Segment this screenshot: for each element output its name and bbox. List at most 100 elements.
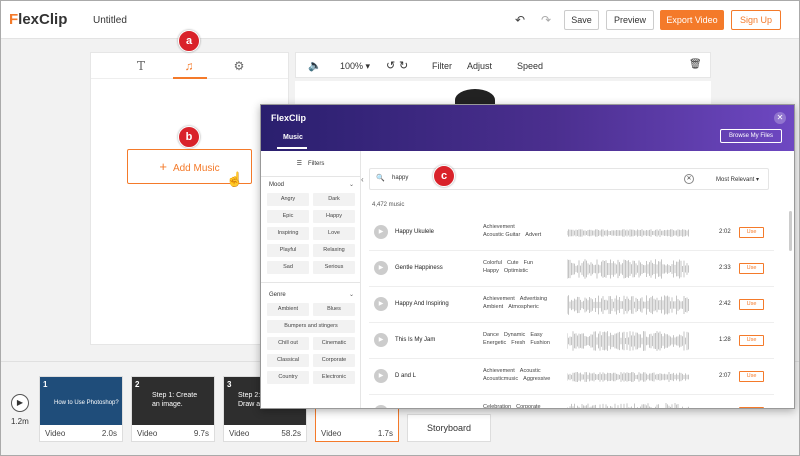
mood-chip[interactable]: Relaxing xyxy=(313,244,355,257)
music-tab-icon[interactable]: ♫ xyxy=(177,59,201,73)
use-track-button[interactable]: Use xyxy=(739,335,764,346)
use-track-button[interactable]: Use xyxy=(739,227,764,238)
app-logo[interactable]: FlexClip xyxy=(9,11,67,28)
close-icon[interactable]: ✕ xyxy=(774,112,786,124)
play-track-icon[interactable]: ▶ xyxy=(374,297,388,311)
scrollbar[interactable] xyxy=(789,211,792,251)
tag[interactable]: Corporate xyxy=(516,404,540,408)
tag[interactable]: Energetic xyxy=(483,340,506,346)
play-track-icon[interactable]: ▶ xyxy=(374,369,388,383)
use-track-button[interactable]: Use xyxy=(739,263,764,274)
mood-chip[interactable]: Dark xyxy=(313,193,355,206)
track-row[interactable]: ▶ D and L Achievement Acoustic Acousticmusic… xyxy=(369,359,774,395)
tag[interactable]: Achievement xyxy=(483,224,515,230)
track-row[interactable]: ▶ This Is My Jam Dance Dynamic Easy Energetic… xyxy=(369,323,774,359)
tag[interactable]: Fushion xyxy=(530,340,550,346)
sign-up-button[interactable]: Sign Up xyxy=(731,10,781,30)
mood-chip[interactable]: Serious xyxy=(313,261,355,274)
use-track-button[interactable]: Use xyxy=(739,371,764,382)
mood-chip[interactable]: Angry xyxy=(267,193,309,206)
genre-chip[interactable]: Corporate xyxy=(313,354,355,367)
tag[interactable]: Fun xyxy=(524,260,533,266)
tag[interactable]: Dance xyxy=(483,332,499,338)
volume-icon[interactable]: 🔈 xyxy=(308,59,322,72)
track-row[interactable]: ▶UP!CelebrationCorporate3:45Use xyxy=(369,395,774,409)
tab-music[interactable]: Music xyxy=(283,134,303,141)
rotate-right-icon[interactable]: ↻ xyxy=(399,59,408,72)
tag[interactable]: Happy xyxy=(483,268,499,274)
waveform[interactable] xyxy=(567,259,689,279)
tag[interactable]: Acousticmusic xyxy=(483,376,518,382)
timeline-clip[interactable]: 1 How to Use Photoshop? Video 2.0s xyxy=(39,376,123,442)
genre-chip[interactable]: Blues xyxy=(313,303,355,316)
tag[interactable]: Atmospheric xyxy=(508,304,539,310)
genre-chip[interactable]: Country xyxy=(267,371,309,384)
save-button[interactable]: Save xyxy=(564,10,599,30)
genre-chip[interactable]: Chill out xyxy=(267,337,309,350)
tag[interactable]: Dynamic xyxy=(504,332,525,338)
filters-header[interactable]: ☰ Filters xyxy=(261,151,360,177)
text-tab-icon[interactable]: T xyxy=(129,59,153,73)
tag[interactable]: Acoustic Guitar xyxy=(483,232,520,238)
mood-chip[interactable]: Love xyxy=(313,227,355,240)
play-icon[interactable]: ▶ xyxy=(11,394,29,412)
settings-tab-icon[interactable]: ⚙ xyxy=(227,59,251,73)
mood-chip[interactable]: Happy xyxy=(313,210,355,223)
tag[interactable]: Advert xyxy=(525,232,541,238)
adjust-button[interactable]: Adjust xyxy=(467,61,492,71)
undo-icon[interactable]: ↶ xyxy=(513,13,527,27)
timeline-clip[interactable]: 2 Step 1: Create an image. Video 9.7s xyxy=(131,376,215,442)
genre-chip[interactable]: Bumpers and stingers xyxy=(267,320,355,333)
mood-section-title[interactable]: Mood ⌄ xyxy=(261,177,360,190)
mood-chip[interactable]: Inspiring xyxy=(267,227,309,240)
clear-search-icon[interactable]: ✕ xyxy=(684,174,694,184)
play-track-icon[interactable]: ▶ xyxy=(374,333,388,347)
genre-section-title[interactable]: Genre ⌄ xyxy=(261,287,360,300)
tag[interactable]: Aggressive xyxy=(523,376,550,382)
waveform[interactable] xyxy=(567,295,689,315)
track-row[interactable]: ▶ Happy Ukulele Achievement Acoustic Guitar… xyxy=(369,215,774,251)
track-row[interactable]: ▶ Gentle Happiness Colorful Cute Fun Happy Opt… xyxy=(369,251,774,287)
play-track-icon[interactable]: ▶ xyxy=(374,225,388,239)
genre-chip[interactable]: Cinematic xyxy=(313,337,355,350)
mood-chip[interactable]: Playful xyxy=(267,244,309,257)
play-track-icon[interactable]: ▶ xyxy=(374,261,388,275)
sort-select[interactable]: Most Relevant ▾ xyxy=(716,176,759,183)
track-row[interactable]: ▶ Happy And Inspiring Achievement Advertisi… xyxy=(369,287,774,323)
mood-chip[interactable]: Sad xyxy=(267,261,309,274)
waveform[interactable] xyxy=(567,223,689,243)
tag[interactable]: Optimistic xyxy=(504,268,528,274)
waveform[interactable] xyxy=(567,403,689,409)
tag[interactable]: Colorful xyxy=(483,260,502,266)
redo-icon[interactable]: ↷ xyxy=(539,13,553,27)
tag[interactable]: Acoustic xyxy=(520,368,541,374)
genre-chip[interactable]: Electronic xyxy=(313,371,355,384)
genre-chip[interactable]: Ambient xyxy=(267,303,309,316)
preview-button[interactable]: Preview xyxy=(606,10,654,30)
mood-chip[interactable]: Epic xyxy=(267,210,309,223)
zoom-select[interactable]: 100% ▾ xyxy=(340,61,370,72)
play-track-icon[interactable]: ▶ xyxy=(374,405,388,408)
browse-my-files-button[interactable]: Browse My Files xyxy=(720,129,782,143)
trash-icon[interactable]: 🗑 xyxy=(689,59,702,70)
waveform[interactable] xyxy=(567,367,689,387)
collapse-filters-icon[interactable]: ‹ xyxy=(361,175,364,184)
speed-button[interactable]: Speed xyxy=(517,61,543,71)
tag[interactable]: Advertising xyxy=(520,296,547,302)
tag[interactable]: Fresh xyxy=(511,340,525,346)
genre-chip[interactable]: Classical xyxy=(267,354,309,367)
rotate-left-icon[interactable]: ↺ xyxy=(386,59,395,72)
waveform[interactable] xyxy=(567,331,689,351)
use-track-button[interactable]: Use xyxy=(739,299,764,310)
document-title[interactable]: Untitled xyxy=(93,15,127,26)
tag[interactable]: Cute xyxy=(507,260,519,266)
tag[interactable]: Celebration xyxy=(483,404,511,408)
use-track-button[interactable]: Use xyxy=(739,407,764,408)
tag[interactable]: Achievement xyxy=(483,368,515,374)
tag[interactable]: Achievement xyxy=(483,296,515,302)
search-input[interactable]: happy xyxy=(392,175,408,181)
filter-button[interactable]: Filter xyxy=(432,61,452,71)
export-video-button[interactable]: Export Video xyxy=(660,10,724,30)
tag[interactable]: Ambient xyxy=(483,304,503,310)
storyboard-button[interactable]: Storyboard xyxy=(407,414,491,442)
